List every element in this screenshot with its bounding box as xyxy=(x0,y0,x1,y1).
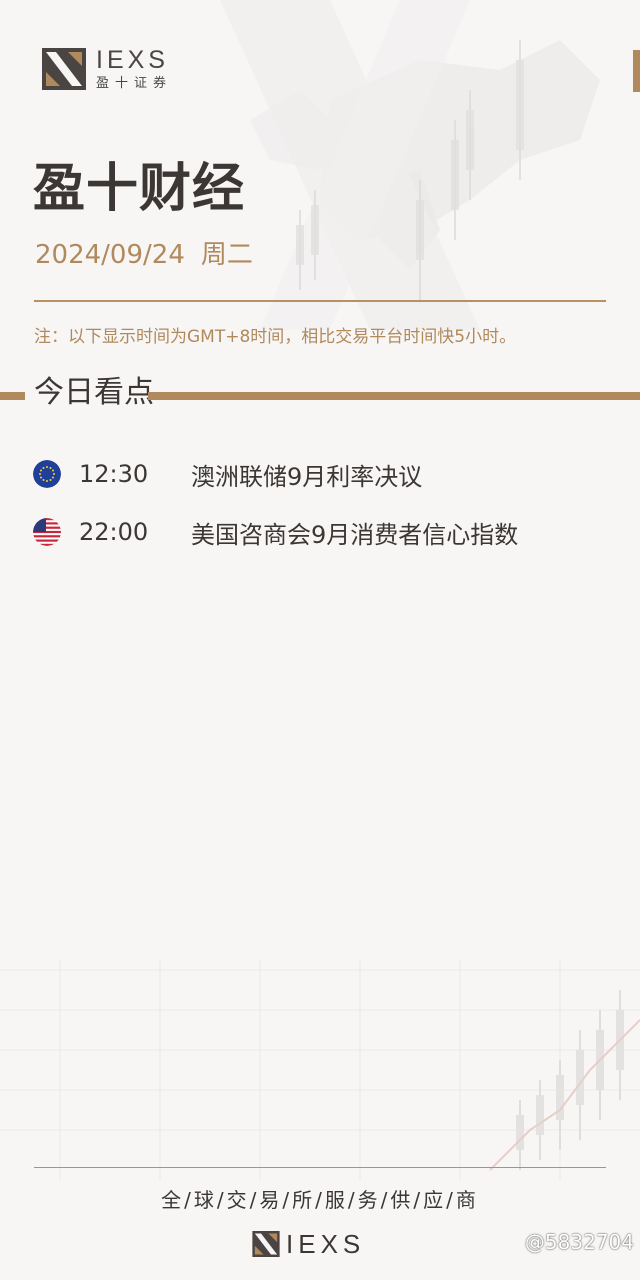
event-time: 12:30 xyxy=(79,460,149,488)
event-time: 22:00 xyxy=(79,518,149,546)
footer-wordmark: IEXS xyxy=(286,1229,366,1259)
iexs-logo-mark-icon xyxy=(42,48,86,90)
us-flag-icon xyxy=(33,518,61,546)
edge-accent-tab xyxy=(633,50,640,92)
event-row: 22:00 美国咨商会9月消费者信心指数 xyxy=(33,510,613,554)
footer-logo: IEXS xyxy=(252,1231,365,1257)
page-title: 盈十财经 xyxy=(33,159,246,219)
date-text: 2024/09/24 xyxy=(35,240,185,270)
eu-flag-icon xyxy=(33,460,61,488)
event-title: 美国咨商会9月消费者信心指数 xyxy=(191,520,519,549)
watermark-text: @5832704 xyxy=(524,1230,634,1254)
timezone-note: 注：以下显示时间为GMT+8时间，相比交易平台时间快5小时。 xyxy=(34,327,517,347)
logo-wordmark: IEXS xyxy=(96,46,169,74)
title-divider xyxy=(34,300,606,302)
footer-slogan: 全/球/交/易/所/服/务/供/应/商 xyxy=(161,1188,479,1212)
logo-subtitle: 盈十证券 xyxy=(96,76,173,91)
footer-divider xyxy=(34,1167,606,1168)
event-list: 12:30 澳洲联储9月利率决议 22:00 美国咨商会9月消费者信心指数 xyxy=(33,452,613,568)
section-title: 今日看点 xyxy=(34,375,154,410)
header-logo: IEXS 盈十证券 xyxy=(42,48,172,90)
section-bar-right xyxy=(148,392,640,400)
event-title: 澳洲联储9月利率决议 xyxy=(191,462,423,491)
iexs-logo-mark-icon xyxy=(252,1231,280,1257)
watermark: @5832704 xyxy=(525,1232,634,1252)
date-line: 2024/09/24 周二 xyxy=(35,242,253,268)
event-row: 12:30 澳洲联储9月利率决议 xyxy=(33,452,613,496)
weekday-text: 周二 xyxy=(200,240,253,270)
section-bar-left xyxy=(0,392,25,400)
